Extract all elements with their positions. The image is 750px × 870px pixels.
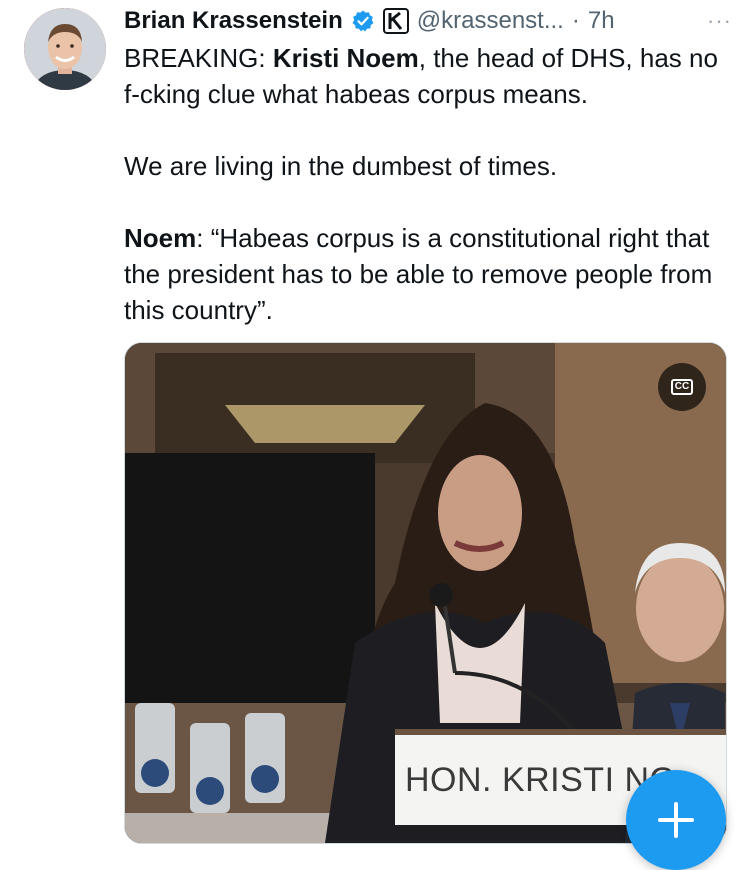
author-name[interactable]: Brian Krassenstein <box>124 7 343 35</box>
mention-bold: Kristi Noem <box>272 43 419 73</box>
closed-captions-icon[interactable]: CC <box>658 363 706 411</box>
meta-separator: · <box>571 7 580 34</box>
avatar-portrait <box>24 8 106 90</box>
author-avatar[interactable] <box>24 8 106 90</box>
cc-label: CC <box>670 379 694 395</box>
tweet-paragraph-3: Noem: “Habeas corpus is a constitutional… <box>124 220 734 328</box>
tweet-text: BREAKING: Kristi Noem, the head of DHS, … <box>124 40 734 328</box>
quote-speaker: Noem <box>124 223 197 253</box>
quote-text: : “Habeas corpus is a constitutional rig… <box>124 223 713 325</box>
text-prefix: BREAKING: <box>124 43 273 73</box>
plus-icon <box>658 802 694 838</box>
compose-button[interactable] <box>626 770 726 870</box>
tweet-paragraph-1: BREAKING: Kristi Noem, the head of DHS, … <box>124 40 734 112</box>
more-options-icon[interactable]: ··· <box>707 8 732 34</box>
verified-badge-icon <box>352 10 374 32</box>
tweet-timestamp[interactable]: 7h <box>588 7 615 35</box>
tweet-paragraph-2: We are living in the dumbest of times. <box>124 151 558 181</box>
tweet-header: Brian Krassenstein @krassenst... · 7h ··… <box>124 4 732 38</box>
affiliate-logo-icon[interactable] <box>382 8 409 34</box>
video-player[interactable]: CC HON. KRISTI NO <box>124 342 727 844</box>
author-handle[interactable]: @krassenst... <box>417 7 564 35</box>
